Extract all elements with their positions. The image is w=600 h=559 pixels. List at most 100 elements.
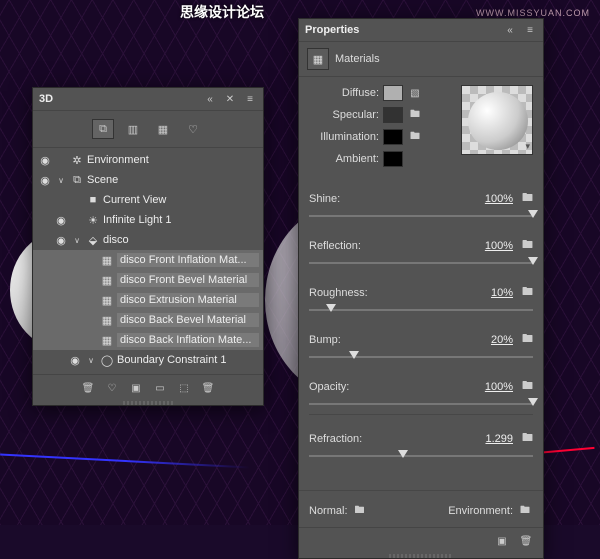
illumination-swatch[interactable] <box>383 129 403 145</box>
item-label: Scene <box>87 174 259 186</box>
slider-value[interactable]: 10% <box>463 287 513 299</box>
item-type-icon: ■ <box>85 194 101 206</box>
tree-row[interactable]: ■Current View <box>33 190 263 210</box>
delete-icon[interactable]: 🗑 <box>201 381 215 395</box>
slider-track[interactable] <box>309 304 533 316</box>
resize-grip[interactable] <box>389 554 453 558</box>
material-swatches: Diffuse: ▧ Specular: 🖿 Illumination: 🖿 A… <box>299 77 543 175</box>
filter-material-button[interactable]: ▦ <box>152 119 174 139</box>
visibility-toggle[interactable]: ◉ <box>37 174 53 187</box>
properties-subheader: ▦ Materials <box>299 42 543 77</box>
slider-row: Roughness:10%🖿 <box>309 283 533 316</box>
texture-folder-icon[interactable]: 🖿 <box>513 429 533 448</box>
tree-row[interactable]: ◉∨⧉Scene <box>33 170 263 190</box>
disclosure-icon[interactable]: ∨ <box>85 356 97 365</box>
slider-thumb[interactable] <box>398 450 408 458</box>
slider-thumb[interactable] <box>528 210 538 218</box>
illumination-label: Illumination: <box>309 131 379 143</box>
watermark-url: WWW.MISSYUAN.COM <box>476 8 590 18</box>
environment-texture-icon[interactable]: 🖿 <box>517 503 533 519</box>
slider-label: Roughness: <box>309 287 463 299</box>
specular-texture-icon[interactable]: 🖿 <box>407 107 423 123</box>
item-type-icon: ▦ <box>99 254 115 267</box>
plane-icon[interactable]: ⬚ <box>177 381 191 395</box>
slider-track[interactable] <box>309 450 533 462</box>
item-type-icon: ✲ <box>69 154 85 167</box>
tree-row[interactable]: ▦disco Back Bevel Material <box>33 310 263 330</box>
normal-row: Normal: 🖿 Environment: 🖿 <box>299 495 543 527</box>
render-icon[interactable]: ▣ <box>129 381 143 395</box>
specular-swatch[interactable] <box>383 107 403 123</box>
3d-panel-header[interactable]: 3D « ✕ ≡ <box>33 88 263 111</box>
ambient-swatch[interactable] <box>383 151 403 167</box>
slider-track[interactable] <box>309 210 533 222</box>
texture-folder-icon[interactable]: 🖿 <box>513 236 533 255</box>
slider-track[interactable] <box>309 257 533 269</box>
material-mode-icon[interactable]: ▦ <box>307 48 329 70</box>
filter-light-button[interactable]: ♡ <box>182 119 204 139</box>
trash-icon[interactable]: 🗑 <box>81 381 95 395</box>
slider-value[interactable]: 100% <box>463 381 513 393</box>
slider-row: Refraction:1.299🖿 <box>309 429 533 462</box>
slider-value[interactable]: 100% <box>463 193 513 205</box>
slider-thumb[interactable] <box>528 398 538 406</box>
tree-row[interactable]: ▦disco Front Inflation Mat... <box>33 250 263 270</box>
material-preview[interactable]: ▾ <box>461 85 533 155</box>
diffuse-swatch[interactable] <box>383 85 403 101</box>
texture-folder-icon[interactable]: 🖿 <box>513 189 533 208</box>
item-type-icon: ▦ <box>99 274 115 287</box>
filter-scene-button[interactable]: ⧉ <box>92 119 114 139</box>
slider-track[interactable] <box>309 398 533 410</box>
item-label: Boundary Constraint 1 <box>117 354 259 366</box>
tree-row[interactable]: ◉∨◯Boundary Constraint 1 <box>33 350 263 370</box>
slider-value[interactable]: 100% <box>463 240 513 252</box>
slider-thumb[interactable] <box>326 304 336 312</box>
slider-label: Bump: <box>309 334 463 346</box>
texture-folder-icon[interactable]: 🖿 <box>513 330 533 349</box>
divider <box>299 490 543 491</box>
properties-panel-header[interactable]: Properties « ≡ <box>299 19 543 42</box>
slider-track[interactable] <box>309 351 533 363</box>
ambient-label: Ambient: <box>309 153 379 165</box>
resize-grip[interactable] <box>123 401 173 405</box>
scene-tree: ◉✲Environment◉∨⧉Scene■Current View◉☀Infi… <box>33 148 263 374</box>
collapse-icon[interactable]: « <box>503 23 517 37</box>
visibility-toggle[interactable]: ◉ <box>37 154 53 167</box>
slider-value[interactable]: 1.299 <box>463 433 513 445</box>
visibility-toggle[interactable]: ◉ <box>53 214 69 227</box>
filter-mesh-button[interactable]: ▥ <box>122 119 144 139</box>
item-type-icon: ▦ <box>99 314 115 327</box>
properties-panel-footer: ▣ 🗑 <box>299 527 543 554</box>
light-icon[interactable]: ♡ <box>105 381 119 395</box>
disclosure-icon[interactable]: ∨ <box>55 176 67 185</box>
chevron-down-icon[interactable]: ▾ <box>525 141 530 152</box>
menu-icon[interactable]: ≡ <box>523 23 537 37</box>
slider-value[interactable]: 20% <box>463 334 513 346</box>
slider-thumb[interactable] <box>528 257 538 265</box>
tree-row[interactable]: ▦disco Back Inflation Mate... <box>33 330 263 350</box>
3d-panel: 3D « ✕ ≡ ⧉ ▥ ▦ ♡ ◉✲Environment◉∨⧉Scene■C… <box>32 87 264 406</box>
close-icon[interactable]: ✕ <box>223 92 237 106</box>
tree-row[interactable]: ▦disco Front Bevel Material <box>33 270 263 290</box>
environment-label: Environment: <box>448 505 513 517</box>
illumination-texture-icon[interactable]: 🖿 <box>407 129 423 145</box>
normal-texture-icon[interactable]: 🖿 <box>352 503 368 519</box>
diffuse-texture-icon[interactable]: ▧ <box>407 85 423 101</box>
disclosure-icon[interactable]: ∨ <box>71 236 83 245</box>
visibility-toggle[interactable]: ◉ <box>53 234 69 247</box>
menu-icon[interactable]: ≡ <box>243 92 257 106</box>
render-settings-icon[interactable]: ▣ <box>495 534 509 548</box>
tree-row[interactable]: ◉∨⬙disco <box>33 230 263 250</box>
new-icon[interactable]: ▭ <box>153 381 167 395</box>
visibility-toggle[interactable]: ◉ <box>67 354 83 367</box>
trash-icon[interactable]: 🗑 <box>519 534 533 548</box>
tree-row[interactable]: ◉☀Infinite Light 1 <box>33 210 263 230</box>
tree-row[interactable]: ◉✲Environment <box>33 150 263 170</box>
slider-thumb[interactable] <box>349 351 359 359</box>
item-label: Current View <box>103 194 259 206</box>
item-type-icon: ⧉ <box>69 174 85 187</box>
texture-folder-icon[interactable]: 🖿 <box>513 283 533 302</box>
tree-row[interactable]: ▦disco Extrusion Material <box>33 290 263 310</box>
texture-folder-icon[interactable]: 🖿 <box>513 377 533 396</box>
collapse-icon[interactable]: « <box>203 92 217 106</box>
